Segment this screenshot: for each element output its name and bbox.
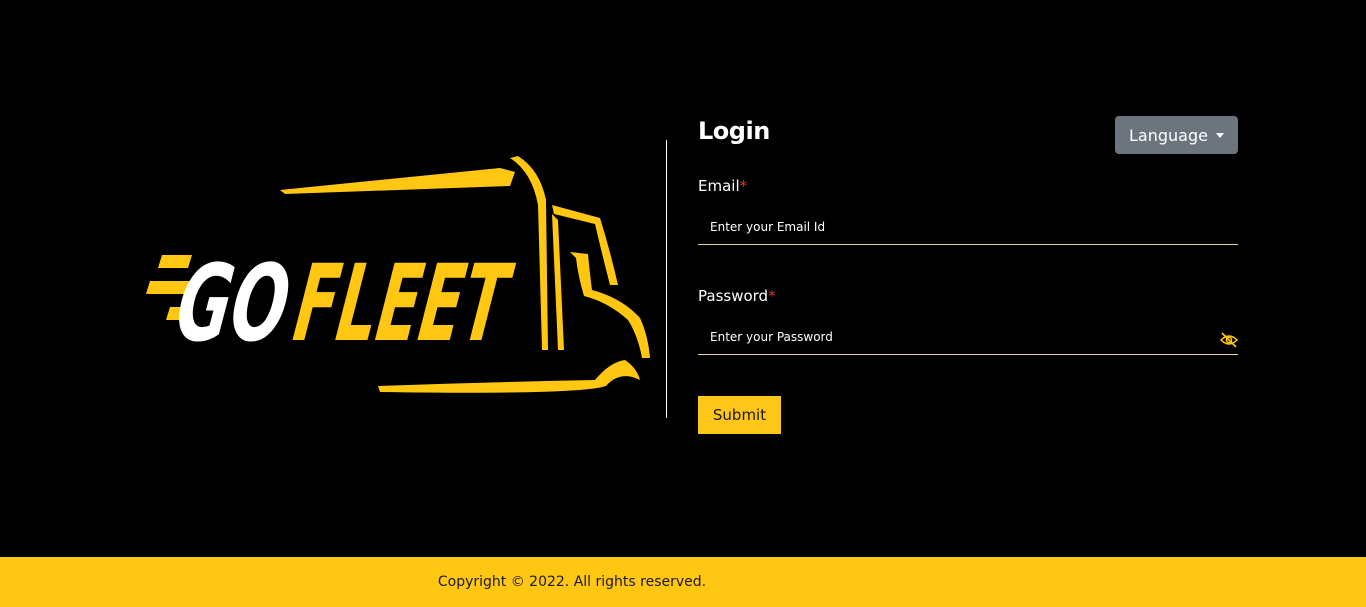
email-required-mark: * bbox=[739, 177, 748, 195]
logo-text-go: GO bbox=[170, 242, 297, 365]
password-label: Password* bbox=[698, 287, 776, 305]
password-field[interactable] bbox=[698, 319, 1238, 354]
login-page: GO FLEET Login Language Email* Password* bbox=[0, 0, 1366, 607]
email-label-text: Email bbox=[698, 177, 740, 195]
eye-slash-icon[interactable] bbox=[1219, 332, 1239, 348]
login-form: Login Language Email* Password* Submit bbox=[698, 116, 1239, 434]
submit-button[interactable]: Submit bbox=[698, 396, 781, 434]
language-dropdown-button[interactable]: Language bbox=[1115, 116, 1238, 154]
caret-down-icon bbox=[1215, 132, 1224, 138]
language-button-label: Language bbox=[1129, 125, 1208, 145]
logo-text-fleet: FLEET bbox=[288, 242, 520, 365]
gofleet-logo: GO FLEET bbox=[140, 150, 660, 400]
password-field-container bbox=[698, 319, 1239, 355]
email-field[interactable] bbox=[698, 209, 1238, 244]
password-label-text: Password bbox=[698, 287, 769, 305]
copyright-text: Copyright © 2022. All rights reserved. bbox=[437, 574, 707, 590]
password-required-mark: * bbox=[768, 287, 776, 305]
email-field-container bbox=[698, 209, 1238, 245]
footer: Copyright © 2022. All rights reserved. bbox=[0, 557, 1366, 607]
email-label: Email* bbox=[698, 177, 747, 195]
vertical-divider bbox=[666, 140, 667, 418]
